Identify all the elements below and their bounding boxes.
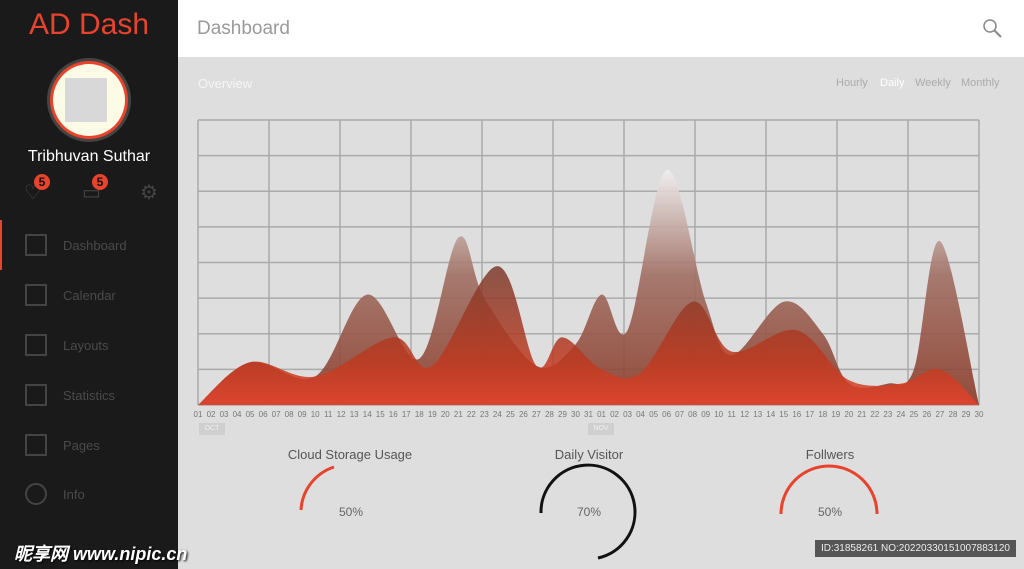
- x-tick-label: 22: [870, 410, 880, 419]
- x-tick-label: 25: [909, 410, 919, 419]
- x-tick-label: 02: [610, 410, 619, 419]
- x-tick-label: 10: [310, 410, 320, 419]
- x-tick-label: 21: [453, 410, 463, 419]
- x-tick-label: 08: [688, 410, 698, 419]
- x-tick-label: 11: [324, 410, 333, 419]
- x-tick-label: 20: [440, 410, 450, 419]
- watermark: 昵享网 www.nipic.cn: [14, 544, 188, 564]
- x-tick-label: 29: [558, 410, 567, 419]
- x-tick-label: 09: [701, 410, 711, 419]
- x-tick-label: 12: [336, 410, 346, 419]
- x-tick-label: 16: [792, 410, 802, 419]
- x-tick-label: 17: [401, 410, 411, 419]
- x-tick-label: 07: [675, 410, 685, 419]
- x-tick-label: 20: [844, 410, 854, 419]
- x-tick-label: 27: [935, 410, 945, 419]
- x-tick-label: 09: [297, 410, 307, 419]
- gauge-title-followers: Follwers: [805, 447, 855, 462]
- x-tick-label: 26: [518, 410, 528, 419]
- x-tick-label: 12: [740, 410, 750, 419]
- gauge-value-cloud: 50%: [338, 505, 364, 519]
- x-tick-label: 27: [531, 410, 541, 419]
- x-tick-label: 13: [753, 410, 763, 419]
- x-tick-label: 30: [974, 410, 984, 419]
- x-tick-label: 13: [349, 410, 359, 419]
- x-tick-label: 23: [883, 410, 893, 419]
- x-tick-label: 01: [193, 410, 203, 419]
- x-tick-label: 24: [492, 410, 502, 419]
- x-tick-label: 14: [766, 410, 776, 419]
- x-tick-label: 21: [857, 410, 867, 419]
- x-tick-label: 03: [219, 410, 229, 419]
- x-tick-label: 17: [805, 410, 815, 419]
- gauge-title-visitor: Daily Visitor: [554, 447, 624, 462]
- month-label-oct: OCT: [199, 423, 225, 435]
- x-tick-label: 18: [818, 410, 828, 419]
- x-tick-label: 26: [922, 410, 932, 419]
- x-tick-label: 30: [571, 410, 580, 419]
- x-tick-label: 14: [362, 410, 372, 419]
- x-tick-label: 28: [544, 410, 554, 419]
- x-tick-label: 15: [375, 410, 385, 419]
- gauge-value-followers: 50%: [817, 505, 843, 519]
- x-tick-label: 28: [948, 410, 958, 419]
- gauge-title-cloud: Cloud Storage Usage: [287, 447, 413, 462]
- x-tick-label: 16: [388, 410, 398, 419]
- x-tick-label: 07: [271, 410, 281, 419]
- x-tick-label: 31: [584, 410, 593, 419]
- gauge-value-visitor: 70%: [576, 505, 602, 519]
- x-tick-label: 06: [662, 410, 672, 419]
- x-tick-label: 02: [206, 410, 216, 419]
- x-tick-label: 19: [427, 410, 437, 419]
- x-tick-label: 03: [623, 410, 632, 419]
- x-tick-label: 24: [896, 410, 906, 419]
- image-id-label: ID:31858261 NO:20220330151007883120: [814, 540, 1016, 557]
- x-tick-label: 11: [727, 410, 736, 419]
- x-tick-label: 04: [636, 410, 646, 419]
- overview-chart: [197, 119, 980, 406]
- x-tick-label: 04: [232, 410, 242, 419]
- x-tick-label: 10: [714, 410, 724, 419]
- x-tick-label: 18: [414, 410, 424, 419]
- x-tick-label: 29: [961, 410, 971, 419]
- x-tick-label: 06: [258, 410, 268, 419]
- x-tick-label: 08: [284, 410, 294, 419]
- month-label-nov: NOV: [588, 423, 614, 435]
- x-tick-label: 22: [466, 410, 476, 419]
- x-tick-label: 23: [479, 410, 489, 419]
- x-tick-label: 15: [779, 410, 789, 419]
- x-tick-label: 05: [649, 410, 659, 419]
- x-tick-label: 25: [505, 410, 515, 419]
- x-tick-label: 05: [245, 410, 255, 419]
- x-tick-label: 19: [831, 410, 841, 419]
- x-tick-label: 01: [597, 410, 606, 419]
